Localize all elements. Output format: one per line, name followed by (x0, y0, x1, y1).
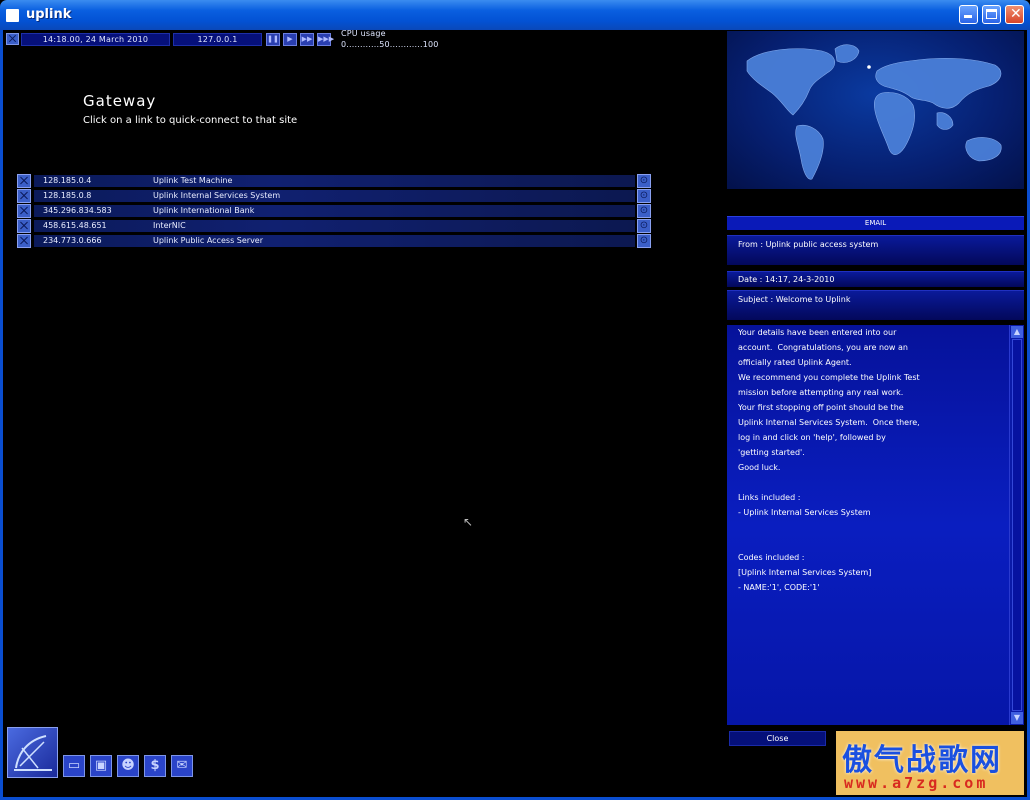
mouse-cursor-icon: ↖ (463, 515, 474, 529)
email-subject-field: Subject : Welcome to Uplink (727, 290, 1024, 320)
local-ip-display: 127.0.0.1 (173, 33, 262, 46)
connect-icon[interactable]: ⊙ (637, 174, 651, 188)
link-row-bar[interactable] (34, 220, 635, 232)
email-from-field: From : Uplink public access system (727, 235, 1024, 265)
game-clock: 14:18.00, 24 March 2010 (21, 33, 170, 46)
email-body-line: Your first stopping off point should be … (738, 403, 904, 412)
link-row[interactable]: 128.185.0.4 Uplink Test Machine ⊙ (17, 174, 651, 188)
scroll-up-icon[interactable]: ▲ (1011, 326, 1023, 338)
link-row[interactable]: 128.185.0.8 Uplink Internal Services Sys… (17, 189, 651, 203)
pause-icon[interactable]: ❚❚ (266, 33, 280, 46)
dollar-icon[interactable]: $ (144, 755, 166, 777)
window-icon (6, 9, 19, 22)
link-name[interactable]: Uplink Internal Services System (153, 189, 280, 203)
email-body-line: We recommend you complete the Uplink Tes… (738, 373, 920, 382)
link-row-bar[interactable] (34, 175, 635, 187)
window-title: uplink (26, 7, 72, 22)
page-subtitle: Click on a link to quick-connect to that… (83, 115, 298, 126)
watermark: 傲气战歌网 www.a7zg.com (836, 731, 1024, 795)
link-row[interactable]: 458.615.48.651 InterNIC ⊙ (17, 219, 651, 233)
uplink-logo-icon (14, 735, 52, 771)
cpu-usage-scale[interactable]: 0............50............100 (341, 40, 439, 49)
link-name[interactable]: InterNIC (153, 219, 186, 233)
minimize-button[interactable] (959, 5, 978, 24)
email-date-field: Date : 14:17, 24-3-2010 (727, 271, 1024, 287)
envelope-icon[interactable]: ✉ (171, 755, 193, 777)
world-map[interactable] (727, 31, 1024, 189)
email-body-line: - Uplink Internal Services System (738, 508, 871, 517)
cpu-usage-label: CPU usage (341, 29, 386, 38)
watermark-url: www.a7zg.com (844, 774, 989, 792)
email-date: Date : 14:17, 24-3-2010 (738, 275, 835, 284)
page-title: Gateway (83, 92, 157, 110)
email-from: From : Uplink public access system (738, 240, 879, 249)
email-body: Your details have been entered into our … (727, 325, 1009, 725)
link-name[interactable]: Uplink Test Machine (153, 174, 232, 188)
remove-link-icon[interactable] (17, 234, 31, 248)
link-ip[interactable]: 128.185.0.4 (43, 174, 91, 188)
person-icon[interactable]: ☻ (117, 755, 139, 777)
remove-link-icon[interactable] (17, 204, 31, 218)
email-body-line: Codes included : (738, 553, 805, 562)
link-ip[interactable]: 458.615.48.651 (43, 219, 107, 233)
remove-link-icon[interactable] (17, 189, 31, 203)
world-map-icon (746, 44, 1002, 180)
link-row-bar[interactable] (34, 205, 635, 217)
link-row[interactable]: 345.296.834.583 Uplink International Ban… (17, 204, 651, 218)
link-row-bar[interactable] (34, 190, 635, 202)
scroll-down-icon[interactable]: ▼ (1011, 712, 1023, 724)
scroll-track[interactable] (1012, 339, 1022, 711)
remove-link-icon[interactable] (17, 219, 31, 233)
email-scrollbar[interactable]: ▲ ▼ (1009, 325, 1024, 725)
exit-game-button[interactable] (6, 33, 19, 45)
floppy-disk-icon[interactable]: ▣ (90, 755, 112, 777)
email-body-line: Good luck. (738, 463, 781, 472)
connect-icon[interactable]: ⊙ (637, 189, 651, 203)
email-body-line: 'getting started'. (738, 448, 805, 457)
link-name[interactable]: Uplink International Bank (153, 204, 254, 218)
email-body-line: officially rated Uplink Agent. (738, 358, 852, 367)
link-row-bar[interactable] (34, 235, 635, 247)
computer-icon[interactable]: ▭ (63, 755, 85, 777)
window-frame-left (0, 30, 3, 800)
connect-icon[interactable]: ⊙ (637, 234, 651, 248)
fast-forward-icon[interactable]: ▶▶ (300, 33, 314, 46)
email-body-line: account. Congratulations, you are now an (738, 343, 908, 352)
email-body-line: Uplink Internal Services System. Once th… (738, 418, 920, 427)
link-ip[interactable]: 345.296.834.583 (43, 204, 112, 218)
link-ip[interactable]: 128.185.0.8 (43, 189, 91, 203)
connect-icon[interactable]: ⊙ (637, 204, 651, 218)
window-titlebar: uplink ✕ (0, 0, 1030, 30)
link-name[interactable]: Uplink Public Access Server (153, 234, 263, 248)
email-body-line: - NAME:'1', CODE:'1' (738, 583, 820, 592)
email-body-line: mission before attempting any real work. (738, 388, 904, 397)
email-body-line: [Uplink Internal Services System] (738, 568, 872, 577)
email-body-line: Your details have been entered into our (738, 328, 897, 337)
close-window-button[interactable]: ✕ (1005, 5, 1024, 24)
play-icon[interactable]: ▶ (283, 33, 297, 46)
email-header: EMAIL (727, 216, 1024, 230)
email-close-button[interactable]: Close (729, 731, 826, 746)
connect-icon[interactable]: ⊙ (637, 219, 651, 233)
email-subject: Subject : Welcome to Uplink (738, 295, 851, 304)
watermark-title: 傲气战歌网 (842, 743, 1002, 778)
skip-forward-icon[interactable]: ▶▶▶ (317, 33, 334, 46)
maximize-button[interactable] (982, 5, 1001, 24)
link-ip[interactable]: 234.773.0.666 (43, 234, 102, 248)
email-body-line: log in and click on 'help', followed by (738, 433, 886, 442)
email-body-line: Links included : (738, 493, 801, 502)
link-row[interactable]: 234.773.0.666 Uplink Public Access Serve… (17, 234, 651, 248)
remove-link-icon[interactable] (17, 174, 31, 188)
uplink-logo-button[interactable] (7, 727, 58, 778)
